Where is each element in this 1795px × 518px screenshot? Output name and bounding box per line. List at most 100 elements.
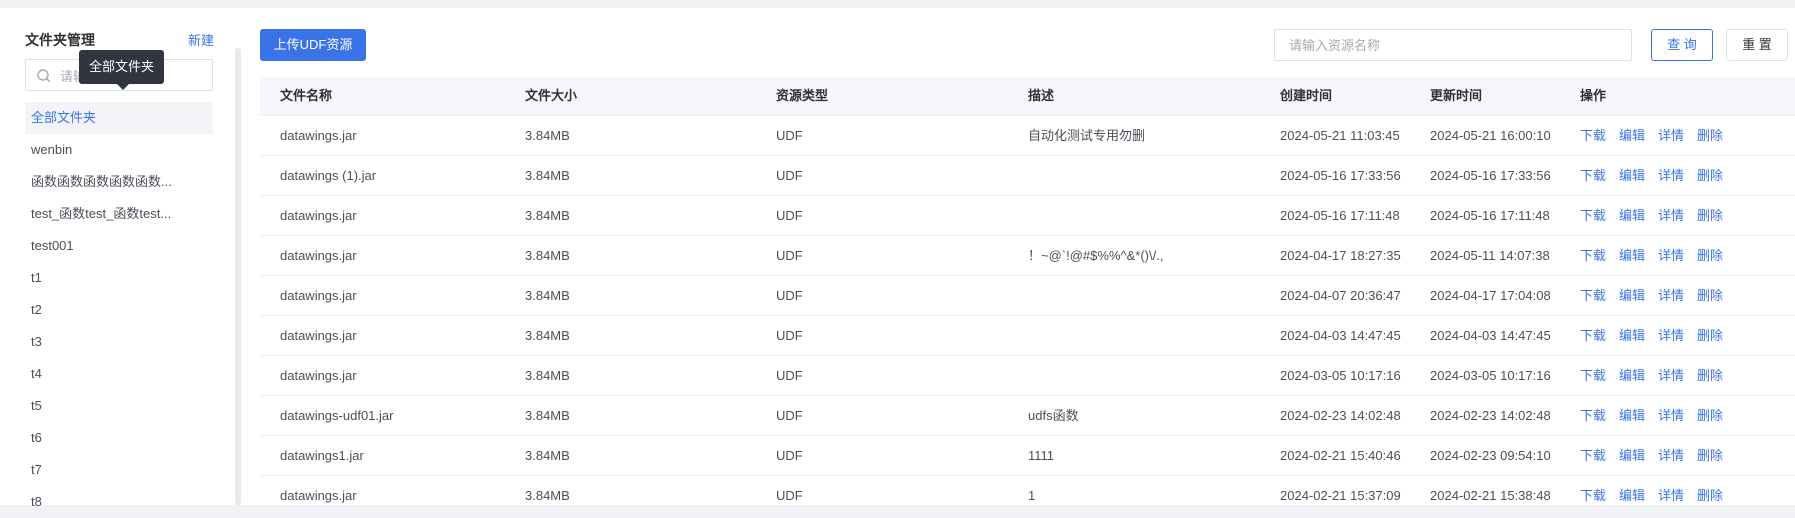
download-link[interactable]: 下载	[1580, 208, 1606, 223]
detail-link[interactable]: 详情	[1658, 168, 1684, 183]
download-link[interactable]: 下载	[1580, 168, 1606, 183]
table-row: datawings.jar 3.84MB UDF 1 2024-02-21 15:37:…	[260, 476, 1795, 516]
cell-name: datawings.jar	[280, 328, 357, 343]
download-link[interactable]: 下载	[1580, 368, 1606, 383]
cell-size: 3.84MB	[525, 288, 570, 303]
delete-link[interactable]: 删除	[1697, 168, 1723, 183]
cell-name: datawings.jar	[280, 368, 357, 383]
download-link[interactable]: 下载	[1580, 328, 1606, 343]
cell-updated: 2024-03-05 10:17:16	[1430, 368, 1551, 383]
cell-name: datawings1.jar	[280, 448, 364, 463]
detail-link[interactable]: 详情	[1658, 288, 1684, 303]
header-size: 文件大小	[525, 88, 578, 103]
edit-link[interactable]: 编辑	[1619, 488, 1645, 503]
delete-link[interactable]: 删除	[1697, 368, 1723, 383]
download-link[interactable]: 下载	[1580, 248, 1606, 263]
folder-item[interactable]: 函数函数函数函数函数...	[25, 166, 213, 198]
row-actions: 下载 编辑 详情 删除	[1580, 196, 1736, 235]
delete-link[interactable]: 删除	[1697, 208, 1723, 223]
cell-type: UDF	[776, 448, 803, 463]
folder-sidebar: 文件夹管理 新建 全部文件夹 全部文件夹wenbin函数函数函数函数函数...t…	[0, 8, 241, 509]
edit-link[interactable]: 编辑	[1619, 168, 1645, 183]
edit-link[interactable]: 编辑	[1619, 408, 1645, 423]
detail-link[interactable]: 详情	[1658, 368, 1684, 383]
download-link[interactable]: 下载	[1580, 408, 1606, 423]
detail-link[interactable]: 详情	[1658, 488, 1684, 503]
detail-link[interactable]: 详情	[1658, 208, 1684, 223]
upload-udf-button[interactable]: 上传UDF资源	[260, 29, 366, 61]
cell-size: 3.84MB	[525, 368, 570, 383]
header-updated: 更新时间	[1430, 88, 1483, 103]
table-row: datawings1.jar 3.84MB UDF 1111 2024-02-21 15…	[260, 436, 1795, 476]
download-link[interactable]: 下载	[1580, 488, 1606, 503]
detail-link[interactable]: 详情	[1658, 248, 1684, 263]
folder-item[interactable]: wenbin	[25, 134, 213, 166]
cell-updated: 2024-04-17 17:04:08	[1430, 288, 1551, 303]
folder-item[interactable]: t6	[25, 422, 213, 454]
new-folder-link[interactable]: 新建	[188, 30, 214, 49]
reset-button[interactable]: 重 置	[1726, 29, 1788, 61]
table-row: datawings.jar 3.84MB UDF ！~@`!@#$%%^&*()\/.…	[260, 236, 1795, 276]
cell-size: 3.84MB	[525, 128, 570, 143]
folder-item[interactable]: t4	[25, 358, 213, 390]
folder-item[interactable]: test_函数test_函数test...	[25, 198, 213, 230]
edit-link[interactable]: 编辑	[1619, 128, 1645, 143]
query-button[interactable]: 查 询	[1651, 29, 1713, 61]
folder-manage-title: 文件夹管理	[25, 32, 95, 48]
header-created: 创建时间	[1280, 88, 1333, 103]
download-link[interactable]: 下载	[1580, 288, 1606, 303]
delete-link[interactable]: 删除	[1697, 408, 1723, 423]
delete-link[interactable]: 删除	[1697, 328, 1723, 343]
cell-created: 2024-02-21 15:37:09	[1280, 488, 1401, 503]
cell-name: datawings (1).jar	[280, 168, 377, 183]
cell-created: 2024-05-16 17:33:56	[1280, 168, 1401, 183]
folder-item[interactable]: t5	[25, 390, 213, 422]
cell-size: 3.84MB	[525, 488, 570, 503]
table-row: datawings-udf01.jar 3.84MB UDF udfs函数 2024-0…	[260, 396, 1795, 436]
row-actions: 下载 编辑 详情 删除	[1580, 436, 1736, 475]
folder-item[interactable]: t1	[25, 262, 213, 294]
edit-link[interactable]: 编辑	[1619, 448, 1645, 463]
cell-desc: ！~@`!@#$%%^&*()\/.,	[1028, 248, 1164, 263]
cell-size: 3.84MB	[525, 328, 570, 343]
delete-link[interactable]: 删除	[1697, 288, 1723, 303]
folder-item[interactable]: t3	[25, 326, 213, 358]
edit-link[interactable]: 编辑	[1619, 328, 1645, 343]
detail-link[interactable]: 详情	[1658, 408, 1684, 423]
resource-search-input[interactable]	[1287, 37, 1621, 54]
header-type: 资源类型	[776, 88, 829, 103]
cell-size: 3.84MB	[525, 448, 570, 463]
folder-item[interactable]: t8	[25, 486, 213, 518]
header-desc: 描述	[1028, 88, 1055, 103]
detail-link[interactable]: 详情	[1658, 328, 1684, 343]
detail-link[interactable]: 详情	[1658, 448, 1684, 463]
header-ops: 操作	[1580, 88, 1607, 103]
delete-link[interactable]: 删除	[1697, 128, 1723, 143]
table-row: datawings.jar 3.84MB UDF 2024-04-07 20:36:4…	[260, 276, 1795, 316]
folder-item[interactable]: t7	[25, 454, 213, 486]
edit-link[interactable]: 编辑	[1619, 288, 1645, 303]
search-icon	[37, 69, 51, 83]
delete-link[interactable]: 删除	[1697, 448, 1723, 463]
folder-item[interactable]: test001	[25, 230, 213, 262]
edit-link[interactable]: 编辑	[1619, 368, 1645, 383]
resource-search-box[interactable]	[1274, 29, 1632, 61]
row-actions: 下载 编辑 详情 删除	[1580, 116, 1736, 155]
download-link[interactable]: 下载	[1580, 448, 1606, 463]
cell-created: 2024-04-03 14:47:45	[1280, 328, 1401, 343]
table-body: datawings.jar 3.84MB UDF 自动化测试专用勿删 2024-05-2…	[260, 116, 1795, 516]
edit-link[interactable]: 编辑	[1619, 208, 1645, 223]
sidebar-scrollbar[interactable]	[235, 48, 241, 505]
folder-item[interactable]: 全部文件夹	[25, 102, 213, 134]
download-link[interactable]: 下载	[1580, 128, 1606, 143]
delete-link[interactable]: 删除	[1697, 488, 1723, 503]
row-actions: 下载 编辑 详情 删除	[1580, 476, 1736, 515]
detail-link[interactable]: 详情	[1658, 128, 1684, 143]
cell-name: datawings.jar	[280, 488, 357, 503]
folder-item[interactable]: t2	[25, 294, 213, 326]
resource-table: 文件名称 文件大小 资源类型 描述 创建时间 更新时间 操作 datawings…	[260, 77, 1795, 516]
cell-name: datawings.jar	[280, 208, 357, 223]
delete-link[interactable]: 删除	[1697, 248, 1723, 263]
cell-created: 2024-02-23 14:02:48	[1280, 408, 1401, 423]
edit-link[interactable]: 编辑	[1619, 248, 1645, 263]
